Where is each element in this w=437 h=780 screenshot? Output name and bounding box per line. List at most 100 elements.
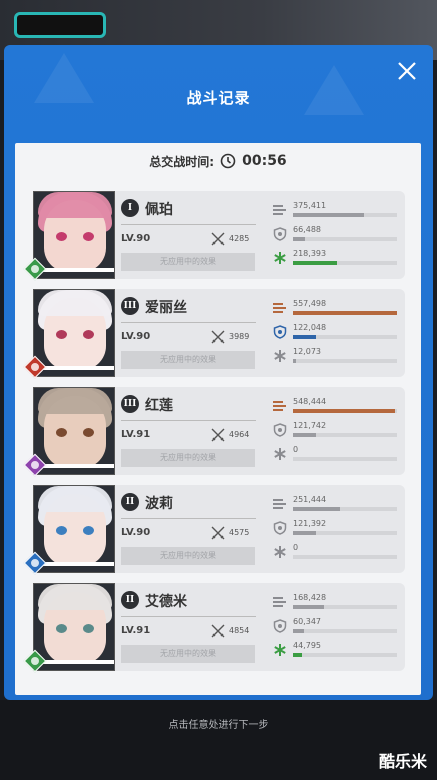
stat-value: 375,411 [293, 201, 327, 210]
portrait-bangs [38, 584, 112, 610]
heal-icon [273, 545, 287, 559]
divider [121, 420, 256, 421]
combat-power: 3989 [229, 332, 250, 341]
divider [121, 518, 256, 519]
damage-icon [273, 203, 287, 217]
close-button[interactable] [395, 59, 419, 83]
stat-bar [293, 629, 397, 633]
stat-value: 121,742 [293, 421, 327, 430]
hp-bar [42, 660, 114, 664]
stat-value: 557,498 [293, 299, 327, 308]
continue-hint[interactable]: 点击任意处进行下一步 [0, 716, 437, 731]
character-row: II 艾德米 LV.91 4854 无应用中的效果 168,428 60,347 [23, 583, 405, 675]
character-row: II 波莉 LV.90 4575 无应用中的效果 251,444 121,392 [23, 485, 405, 577]
character-level: LV.91 [121, 625, 151, 636]
stat-value: 121,392 [293, 519, 327, 528]
portrait-bangs [38, 486, 112, 512]
battle-record-panel: 战斗记录 总交战时间: 00:56 I 佩珀 LV.90 4285 无应用中的效… [4, 45, 433, 700]
rank-badge: III [121, 297, 139, 315]
stat-bar [293, 605, 397, 609]
character-name: 红莲 [145, 398, 173, 414]
panel-title: 战斗记录 [186, 89, 251, 107]
status-effects: 无应用中的效果 [121, 449, 255, 467]
shield-icon [273, 521, 287, 535]
stat-bar [293, 457, 397, 461]
stat-value: 12,073 [293, 347, 321, 356]
swords-icon [211, 330, 225, 344]
divider [121, 322, 256, 323]
stat-shield: 121,742 [273, 421, 399, 443]
status-effects: 无应用中的效果 [121, 645, 255, 663]
top-hud-pill [14, 12, 106, 38]
character-portrait [33, 289, 115, 377]
hp-bar [42, 562, 114, 566]
background-bottom [0, 700, 437, 780]
stat-heal: 12,073 [273, 347, 399, 369]
character-info-card: II 艾德米 LV.91 4854 无应用中的效果 168,428 60,347 [115, 583, 405, 671]
total-time-value: 00:56 [242, 153, 287, 169]
portrait-bangs [38, 388, 112, 414]
shield-icon [273, 423, 287, 437]
character-info-card: III 红莲 LV.91 4964 无应用中的效果 548,444 121,74… [115, 387, 405, 475]
stat-value: 66,488 [293, 225, 321, 234]
damage-icon [273, 301, 287, 315]
hp-bar [42, 366, 114, 370]
stat-value: 44,795 [293, 641, 321, 650]
character-info-card: III 爱丽丝 LV.90 3989 无应用中的效果 557,498 122,0… [115, 289, 405, 377]
character-info-card: II 波莉 LV.90 4575 无应用中的效果 251,444 121,392 [115, 485, 405, 573]
stat-damage: 168,428 [273, 593, 399, 615]
stat-damage: 557,498 [273, 299, 399, 321]
status-effects: 无应用中的效果 [121, 547, 255, 565]
shield-icon [273, 325, 287, 339]
character-row: I 佩珀 LV.90 4285 无应用中的效果 375,411 66,488 2… [23, 191, 405, 283]
character-info-card: I 佩珀 LV.90 4285 无应用中的效果 375,411 66,488 2… [115, 191, 405, 279]
portrait-eyes [56, 624, 94, 634]
character-name: 艾德米 [145, 594, 187, 610]
heal-icon [273, 643, 287, 657]
stat-heal: 0 [273, 543, 399, 565]
stat-heal: 44,795 [273, 641, 399, 663]
portrait-bangs [38, 192, 112, 218]
stat-value: 0 [293, 543, 299, 552]
combat-power: 4575 [229, 528, 250, 537]
character-row: III 红莲 LV.91 4964 无应用中的效果 548,444 121,74… [23, 387, 405, 479]
stat-value: 251,444 [293, 495, 327, 504]
character-portrait [33, 191, 115, 279]
stat-bar [293, 507, 397, 511]
total-time-label: 总交战时间: [149, 154, 215, 169]
clock-icon [220, 153, 236, 169]
stat-bar [293, 311, 397, 315]
character-portrait [33, 485, 115, 573]
character-level: LV.90 [121, 331, 151, 342]
record-content: 总交战时间: 00:56 I 佩珀 LV.90 4285 无应用中的效果 375… [15, 143, 421, 695]
stat-heal: 0 [273, 445, 399, 467]
stat-value: 60,347 [293, 617, 321, 626]
divider [121, 224, 256, 225]
swords-icon [211, 428, 225, 442]
close-icon [398, 62, 416, 80]
stat-shield: 121,392 [273, 519, 399, 541]
hp-bar [42, 268, 114, 272]
heal-icon [273, 447, 287, 461]
portrait-eyes [56, 232, 94, 242]
status-effects: 无应用中的效果 [121, 253, 255, 271]
divider [121, 616, 256, 617]
character-level: LV.90 [121, 527, 151, 538]
portrait-eyes [56, 428, 94, 438]
character-portrait [33, 387, 115, 475]
stat-shield: 60,347 [273, 617, 399, 639]
portrait-eyes [56, 330, 94, 340]
stat-value: 168,428 [293, 593, 327, 602]
stat-bar [293, 531, 397, 535]
stat-value: 218,393 [293, 249, 327, 258]
shield-icon [273, 227, 287, 241]
stat-value: 0 [293, 445, 299, 454]
damage-icon [273, 399, 287, 413]
combat-power: 4854 [229, 626, 250, 635]
stat-bar [293, 261, 397, 265]
swords-icon [211, 624, 225, 638]
character-row: III 爱丽丝 LV.90 3989 无应用中的效果 557,498 122,0… [23, 289, 405, 381]
rank-badge: III [121, 395, 139, 413]
portrait-eyes [56, 526, 94, 536]
total-battle-time: 总交战时间: 00:56 [15, 149, 421, 173]
